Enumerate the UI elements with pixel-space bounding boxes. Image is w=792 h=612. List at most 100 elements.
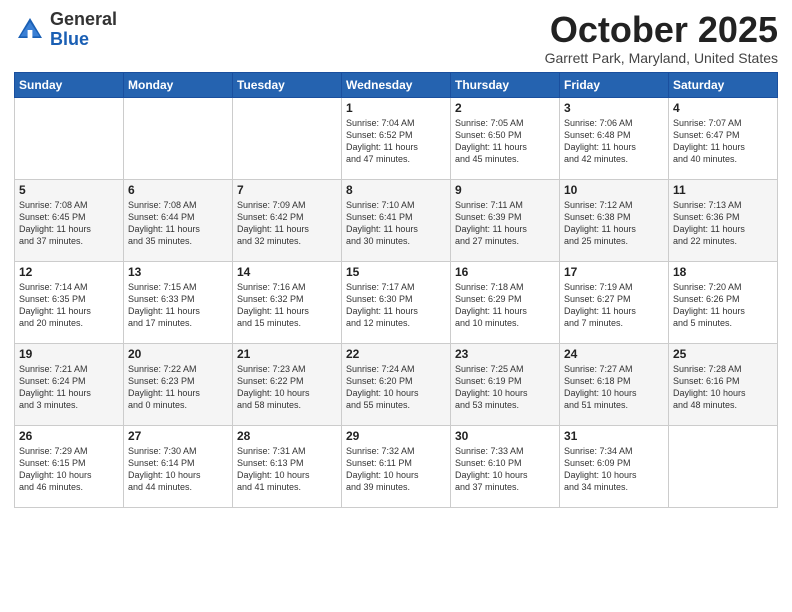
day-info: Sunrise: 7:13 AM Sunset: 6:36 PM Dayligh…	[673, 199, 773, 248]
calendar-cell: 14Sunrise: 7:16 AM Sunset: 6:32 PM Dayli…	[233, 261, 342, 343]
day-info: Sunrise: 7:16 AM Sunset: 6:32 PM Dayligh…	[237, 281, 337, 330]
day-number: 27	[128, 429, 228, 443]
calendar-cell: 29Sunrise: 7:32 AM Sunset: 6:11 PM Dayli…	[342, 425, 451, 507]
calendar-cell: 11 Sunrise: 7:13 AM Sunset: 6:36 PM Dayli…	[669, 179, 778, 261]
day-info: Sunrise: 7:27 AM Sunset: 6:18 PM Dayligh…	[564, 363, 664, 412]
day-info: Sunrise: 7:32 AM Sunset: 6:11 PM Dayligh…	[346, 445, 446, 494]
calendar-cell: 13 Sunrise: 7:15 AM Sunset: 6:33 PM Dayli…	[124, 261, 233, 343]
day-info: Sunrise: 7:21 AM Sunset: 6:24 PM Dayligh…	[19, 363, 119, 412]
day-number: 23	[455, 347, 555, 361]
day-info: Sunrise: 7:19 AM Sunset: 6:27 PM Dayligh…	[564, 281, 664, 330]
day-info: Sunrise: 7:09 AM Sunset: 6:42 PM Dayligh…	[237, 199, 337, 248]
day-info: Sunrise: 7:06 AM Sunset: 6:48 PM Dayligh…	[564, 117, 664, 166]
day-info: Sunrise: 7:04 AM Sunset: 6:52 PM Dayligh…	[346, 117, 446, 166]
calendar-cell: 16 Sunrise: 7:18 AM Sunset: 6:29 PM Dayli…	[451, 261, 560, 343]
day-number: 25	[673, 347, 773, 361]
day-number: 12	[19, 265, 119, 279]
weekday-header-row: SundayMondayTuesdayWednesdayThursdayFrid…	[15, 72, 778, 97]
calendar-cell: 10Sunrise: 7:12 AM Sunset: 6:38 PM Dayli…	[560, 179, 669, 261]
logo-text: General Blue	[50, 10, 117, 50]
calendar-cell: 7 Sunrise: 7:09 AM Sunset: 6:42 PM Daylig…	[233, 179, 342, 261]
day-number: 15	[346, 265, 446, 279]
calendar-cell: 31 Sunrise: 7:34 AM Sunset: 6:09 PM Dayli…	[560, 425, 669, 507]
day-info: Sunrise: 7:10 AM Sunset: 6:41 PM Dayligh…	[346, 199, 446, 248]
day-number: 3	[564, 101, 664, 115]
week-row-4: 19 Sunrise: 7:21 AM Sunset: 6:24 PM Dayli…	[15, 343, 778, 425]
day-info: Sunrise: 7:29 AM Sunset: 6:15 PM Dayligh…	[19, 445, 119, 494]
week-row-5: 26Sunrise: 7:29 AM Sunset: 6:15 PM Dayli…	[15, 425, 778, 507]
day-info: Sunrise: 7:31 AM Sunset: 6:13 PM Dayligh…	[237, 445, 337, 494]
day-info: Sunrise: 7:30 AM Sunset: 6:14 PM Dayligh…	[128, 445, 228, 494]
calendar-cell	[669, 425, 778, 507]
calendar-cell: 19 Sunrise: 7:21 AM Sunset: 6:24 PM Dayli…	[15, 343, 124, 425]
day-number: 7	[237, 183, 337, 197]
day-info: Sunrise: 7:22 AM Sunset: 6:23 PM Dayligh…	[128, 363, 228, 412]
day-number: 19	[19, 347, 119, 361]
calendar-cell: 18 Sunrise: 7:20 AM Sunset: 6:26 PM Dayli…	[669, 261, 778, 343]
day-number: 21	[237, 347, 337, 361]
day-info: Sunrise: 7:33 AM Sunset: 6:10 PM Dayligh…	[455, 445, 555, 494]
logo-icon	[14, 14, 46, 46]
calendar-cell: 27 Sunrise: 7:30 AM Sunset: 6:14 PM Dayli…	[124, 425, 233, 507]
title-block: October 2025 Garrett Park, Maryland, Uni…	[545, 10, 778, 66]
day-info: Sunrise: 7:20 AM Sunset: 6:26 PM Dayligh…	[673, 281, 773, 330]
day-number: 10	[564, 183, 664, 197]
calendar-cell: 1 Sunrise: 7:04 AM Sunset: 6:52 PM Daylig…	[342, 97, 451, 179]
day-info: Sunrise: 7:25 AM Sunset: 6:19 PM Dayligh…	[455, 363, 555, 412]
calendar-cell: 26Sunrise: 7:29 AM Sunset: 6:15 PM Dayli…	[15, 425, 124, 507]
calendar-cell: 28 Sunrise: 7:31 AM Sunset: 6:13 PM Dayli…	[233, 425, 342, 507]
logo-general-text: General	[50, 10, 117, 30]
weekday-header-friday: Friday	[560, 72, 669, 97]
day-number: 13	[128, 265, 228, 279]
weekday-header-thursday: Thursday	[451, 72, 560, 97]
calendar-cell	[15, 97, 124, 179]
day-number: 1	[346, 101, 446, 115]
calendar-cell	[124, 97, 233, 179]
calendar-cell: 8 Sunrise: 7:10 AM Sunset: 6:41 PM Daylig…	[342, 179, 451, 261]
day-number: 30	[455, 429, 555, 443]
day-info: Sunrise: 7:18 AM Sunset: 6:29 PM Dayligh…	[455, 281, 555, 330]
day-info: Sunrise: 7:08 AM Sunset: 6:44 PM Dayligh…	[128, 199, 228, 248]
day-info: Sunrise: 7:11 AM Sunset: 6:39 PM Dayligh…	[455, 199, 555, 248]
page: General Blue October 2025 Garrett Park, …	[0, 0, 792, 612]
day-info: Sunrise: 7:15 AM Sunset: 6:33 PM Dayligh…	[128, 281, 228, 330]
day-number: 28	[237, 429, 337, 443]
day-number: 16	[455, 265, 555, 279]
day-number: 8	[346, 183, 446, 197]
day-number: 17	[564, 265, 664, 279]
day-info: Sunrise: 7:14 AM Sunset: 6:35 PM Dayligh…	[19, 281, 119, 330]
week-row-3: 12 Sunrise: 7:14 AM Sunset: 6:35 PM Dayli…	[15, 261, 778, 343]
calendar-cell: 2Sunrise: 7:05 AM Sunset: 6:50 PM Daylig…	[451, 97, 560, 179]
calendar-cell: 3 Sunrise: 7:06 AM Sunset: 6:48 PM Daylig…	[560, 97, 669, 179]
weekday-header-saturday: Saturday	[669, 72, 778, 97]
day-number: 9	[455, 183, 555, 197]
day-info: Sunrise: 7:24 AM Sunset: 6:20 PM Dayligh…	[346, 363, 446, 412]
header: General Blue October 2025 Garrett Park, …	[14, 10, 778, 66]
calendar-cell: 5 Sunrise: 7:08 AM Sunset: 6:45 PM Daylig…	[15, 179, 124, 261]
day-number: 18	[673, 265, 773, 279]
day-number: 11	[673, 183, 773, 197]
calendar-cell: 20 Sunrise: 7:22 AM Sunset: 6:23 PM Dayli…	[124, 343, 233, 425]
day-number: 5	[19, 183, 119, 197]
calendar-cell: 4Sunrise: 7:07 AM Sunset: 6:47 PM Daylig…	[669, 97, 778, 179]
day-number: 20	[128, 347, 228, 361]
calendar-cell: 22Sunrise: 7:24 AM Sunset: 6:20 PM Dayli…	[342, 343, 451, 425]
day-info: Sunrise: 7:34 AM Sunset: 6:09 PM Dayligh…	[564, 445, 664, 494]
calendar-cell: 12 Sunrise: 7:14 AM Sunset: 6:35 PM Dayli…	[15, 261, 124, 343]
calendar-cell: 9 Sunrise: 7:11 AM Sunset: 6:39 PM Daylig…	[451, 179, 560, 261]
calendar-cell: 21 Sunrise: 7:23 AM Sunset: 6:22 PM Dayli…	[233, 343, 342, 425]
day-number: 31	[564, 429, 664, 443]
weekday-header-wednesday: Wednesday	[342, 72, 451, 97]
day-info: Sunrise: 7:08 AM Sunset: 6:45 PM Dayligh…	[19, 199, 119, 248]
day-info: Sunrise: 7:07 AM Sunset: 6:47 PM Dayligh…	[673, 117, 773, 166]
calendar-cell: 6 Sunrise: 7:08 AM Sunset: 6:44 PM Daylig…	[124, 179, 233, 261]
day-number: 6	[128, 183, 228, 197]
calendar-cell: 23 Sunrise: 7:25 AM Sunset: 6:19 PM Dayli…	[451, 343, 560, 425]
weekday-header-monday: Monday	[124, 72, 233, 97]
calendar-cell: 25Sunrise: 7:28 AM Sunset: 6:16 PM Dayli…	[669, 343, 778, 425]
location: Garrett Park, Maryland, United States	[545, 50, 778, 66]
calendar-cell: 15Sunrise: 7:17 AM Sunset: 6:30 PM Dayli…	[342, 261, 451, 343]
calendar-cell	[233, 97, 342, 179]
day-info: Sunrise: 7:23 AM Sunset: 6:22 PM Dayligh…	[237, 363, 337, 412]
week-row-2: 5 Sunrise: 7:08 AM Sunset: 6:45 PM Daylig…	[15, 179, 778, 261]
